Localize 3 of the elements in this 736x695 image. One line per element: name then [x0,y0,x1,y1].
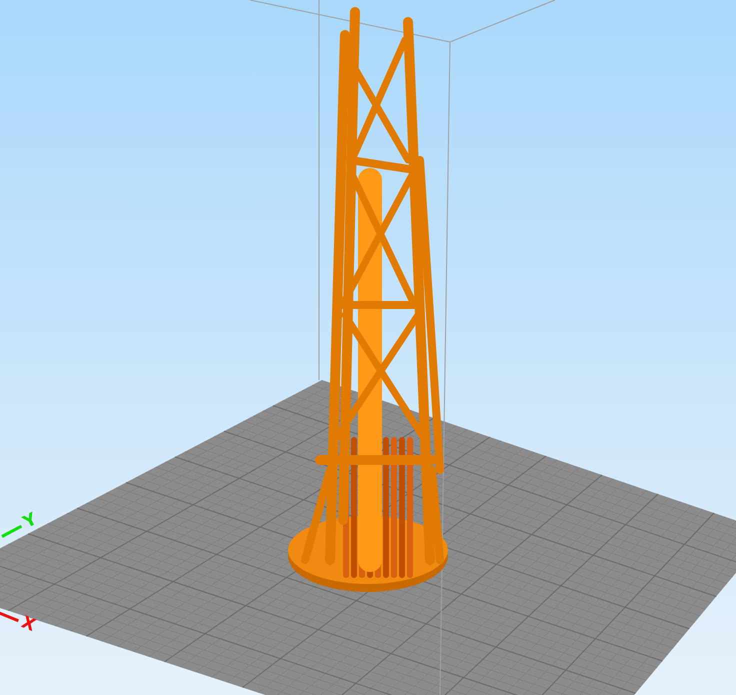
3d-viewport[interactable]: Y X [0,0,736,695]
axis-label: Y [20,511,40,532]
axis-label: X [18,614,38,636]
